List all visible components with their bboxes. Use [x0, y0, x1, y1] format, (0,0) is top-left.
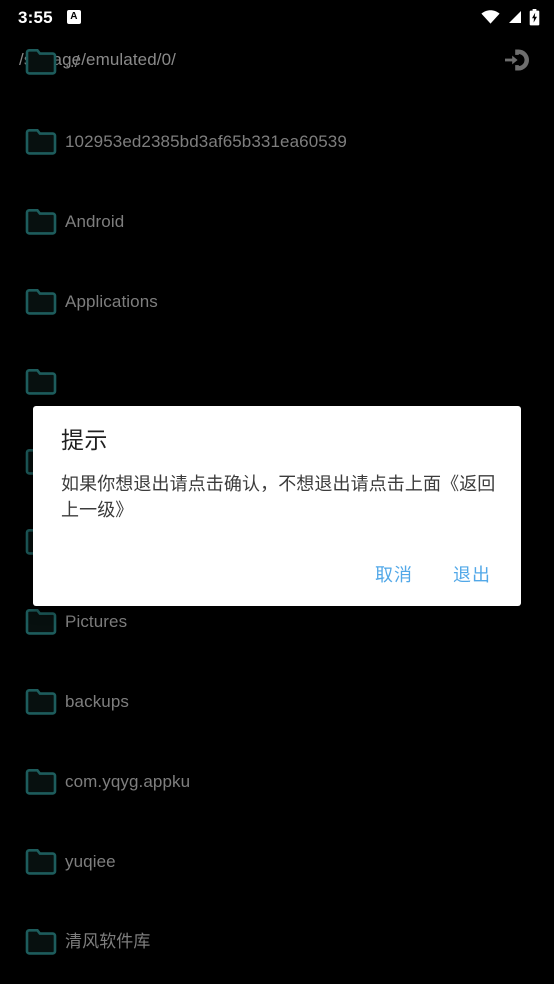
- app-screen: 3:55 A /storage/emulated/0/ ../ 102953ed…: [0, 0, 554, 984]
- dialog-actions: 取消 退出: [365, 560, 501, 590]
- exit-button[interactable]: 退出: [443, 560, 501, 590]
- dialog-message: 如果你想退出请点击确认，不想退出请点击上面《返回上一级》: [61, 474, 496, 520]
- cancel-button[interactable]: 取消: [365, 560, 423, 590]
- dialog-title: 提示: [61, 427, 108, 453]
- exit-confirm-dialog: 提示 如果你想退出请点击确认，不想退出请点击上面《返回上一级》 取消 退出: [33, 406, 521, 606]
